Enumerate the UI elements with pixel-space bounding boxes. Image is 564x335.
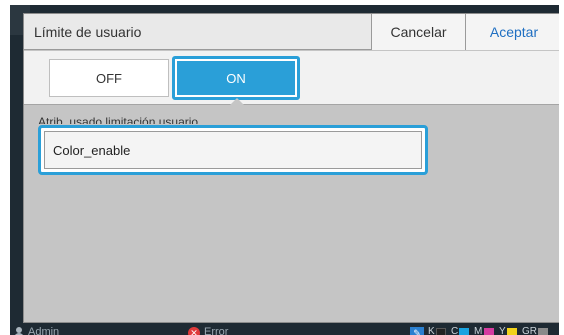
user-name[interactable]: Admin [28,326,59,335]
ink-label-gr: GR [522,326,537,335]
toggle-off-button[interactable]: OFF [49,59,169,97]
toggle-on-focus-ring: ON [172,56,300,100]
user-limit-dialog: Límite de usuario Cancelar Aceptar OFF O… [23,13,559,323]
ink-swatch-gr [538,328,548,335]
ink-label-y: Y [499,326,506,335]
field-label: Atrib. usado limitación usuario [38,115,199,124]
user-limit-attribute-field[interactable]: Color_enable [44,131,422,169]
ink-swatch-k [436,328,446,335]
cancel-button[interactable]: Cancelar [371,14,465,50]
ink-label-m: M [474,326,483,335]
ink-label-c: C [451,326,459,335]
status-bar: Admin ✕ Error ✎ K C M Y GR [10,326,559,335]
ink-swatch-y [507,328,517,335]
pointer-notch [229,98,245,106]
error-icon: ✕ [188,327,200,335]
dialog-header: Límite de usuario Cancelar Aceptar [24,14,559,50]
dialog-title: Límite de usuario [34,24,142,40]
field-focus-ring: Color_enable [38,125,428,175]
device-screen: o. Límite de usuario Cancelar Aceptar OF… [10,5,559,335]
ink-label-k: K [428,326,435,335]
toggle-on-button[interactable]: ON [177,61,295,95]
ink-swatch-c [459,328,469,335]
ink-swatch-m [484,328,494,335]
on-off-toggle-area: OFF ON [24,51,559,105]
user-icon [14,327,24,335]
accept-button[interactable]: Aceptar [465,14,559,50]
wrench-icon[interactable]: ✎ [410,327,424,335]
error-status[interactable]: Error [204,326,228,335]
